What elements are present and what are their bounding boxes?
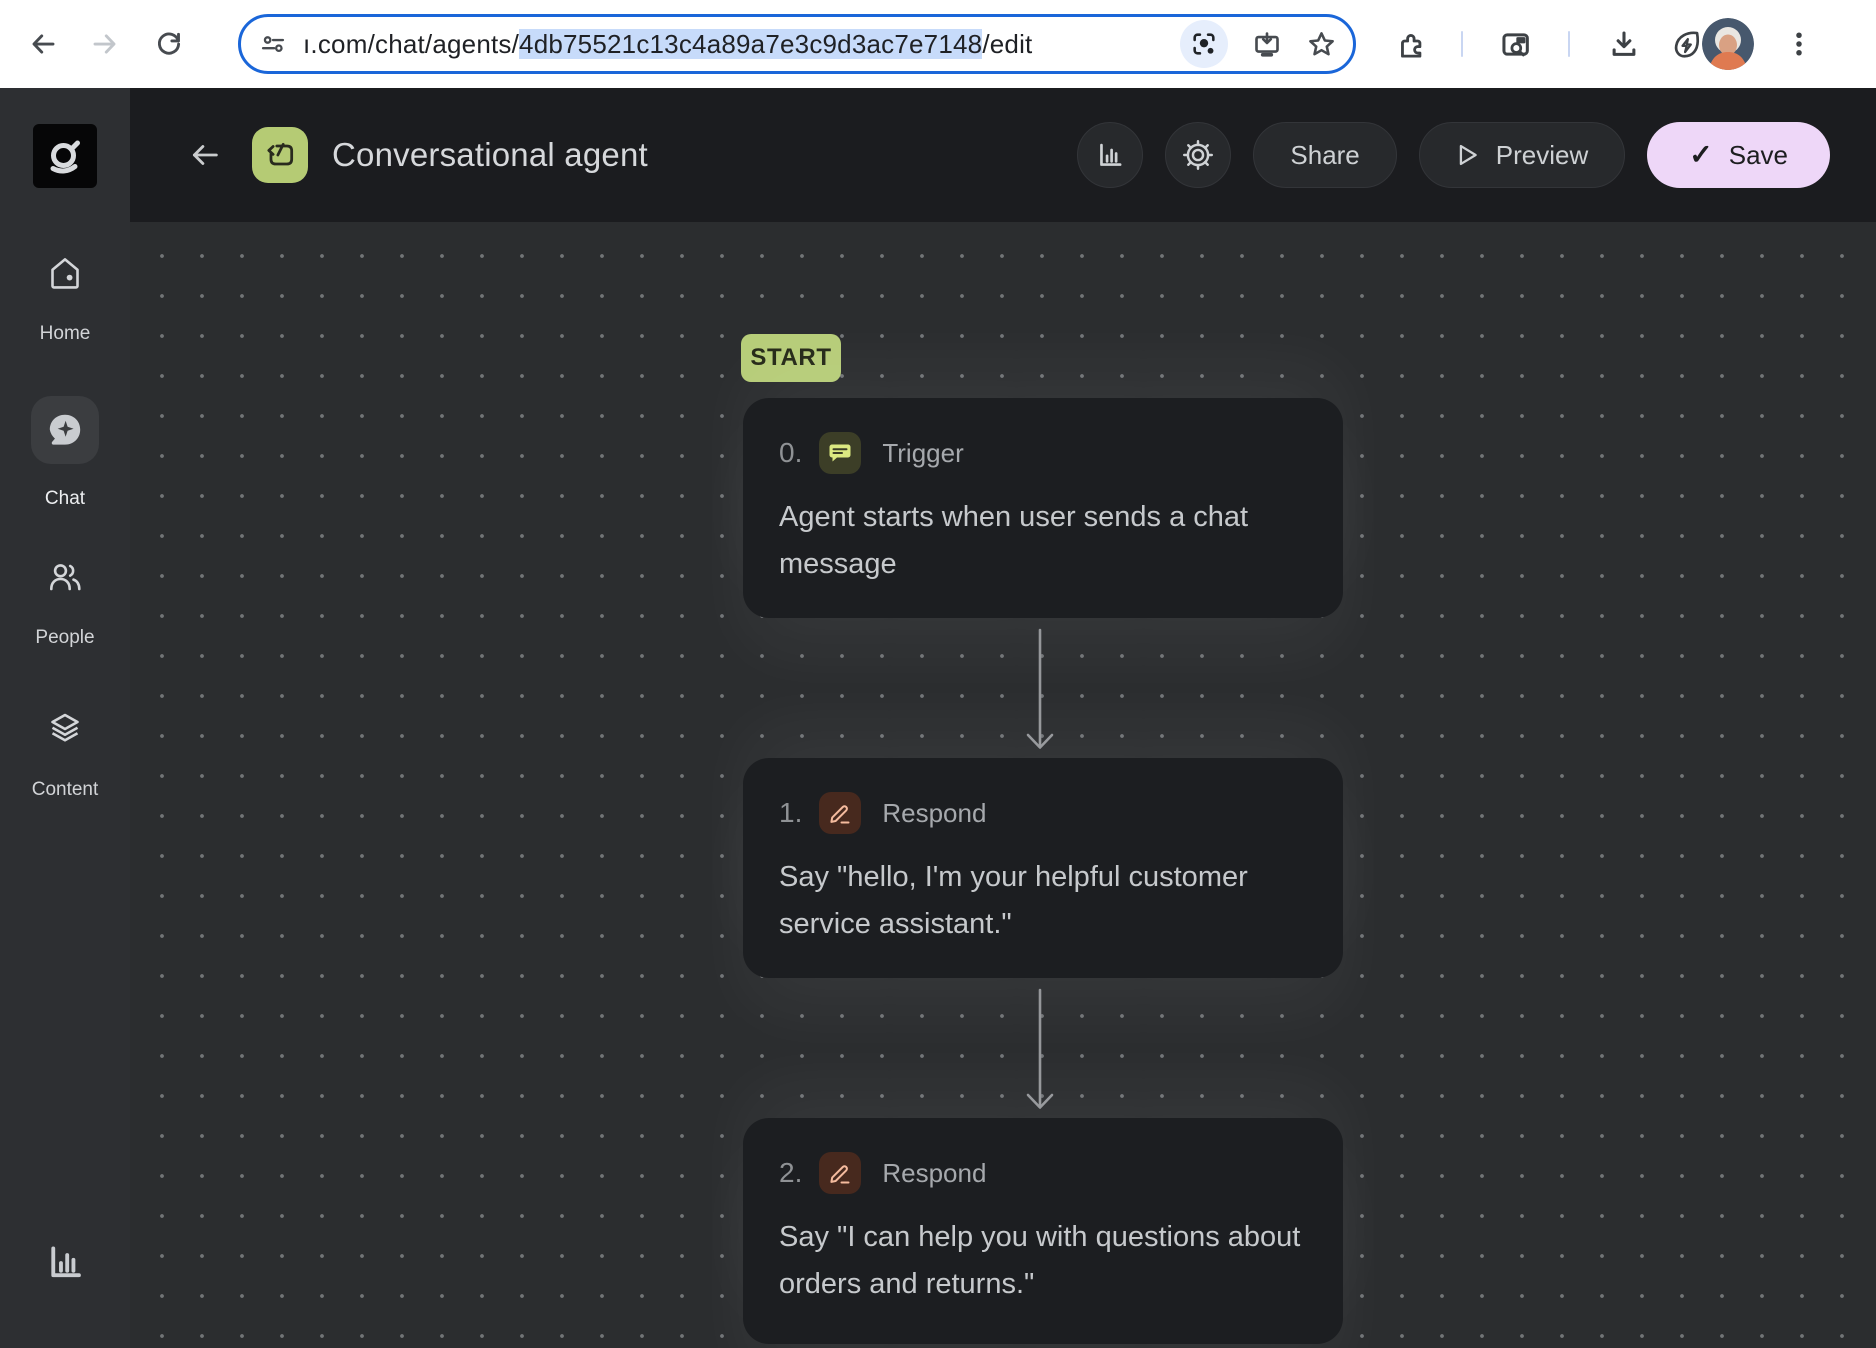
back-icon[interactable] <box>28 29 58 59</box>
header-back-icon[interactable] <box>188 138 222 172</box>
bar-chart-icon <box>43 1240 87 1289</box>
lens-search-icon[interactable] <box>1180 20 1228 68</box>
message-icon <box>819 432 861 474</box>
url-suffix: /edit <box>982 29 1032 59</box>
node-index: 0. <box>779 437 802 469</box>
energy-saver-icon[interactable] <box>1670 28 1702 60</box>
layers-icon <box>44 708 86 755</box>
install-app-icon[interactable] <box>1252 29 1282 59</box>
node-type-label: Respond <box>882 1158 986 1189</box>
profile-avatar[interactable] <box>1702 18 1754 70</box>
flow-node-respond-2[interactable]: 2. Respond Say "I can help you with ques… <box>743 1118 1343 1344</box>
home-icon <box>44 252 86 299</box>
share-button[interactable]: Share <box>1253 122 1396 188</box>
url-prefix: ı.com/chat/agents/ <box>303 29 519 59</box>
flow-node-respond-1[interactable]: 1. Respond Say "hello, I'm your helpful … <box>743 758 1343 978</box>
sidebar-item-chat[interactable]: Chat <box>0 396 130 510</box>
sidebar-item-label: Chat <box>45 488 85 510</box>
node-description: Agent starts when user sends a chat mess… <box>779 494 1305 588</box>
preview-button[interactable]: Preview <box>1419 122 1625 188</box>
analytics-button[interactable] <box>1077 122 1143 188</box>
reload-icon[interactable] <box>154 29 184 59</box>
url-selected-text: 4db75521c13c4a89a7e3c9d3ac7e7148 <box>519 29 982 59</box>
save-button[interactable]: ✓ Save <box>1647 122 1830 188</box>
chat-sparkle-icon <box>31 396 99 464</box>
app-sidebar: Home Chat People Content <box>0 88 130 1348</box>
toolbar-divider <box>1568 31 1570 57</box>
node-type-label: Respond <box>882 798 986 829</box>
preview-button-label: Preview <box>1496 140 1588 171</box>
save-button-label: Save <box>1729 140 1788 171</box>
pencil-icon <box>819 1152 861 1194</box>
node-index: 1. <box>779 797 802 829</box>
sidebar-item-label: Content <box>32 779 99 801</box>
agent-code-icon <box>252 127 308 183</box>
sidebar-item-content[interactable]: Content <box>0 708 130 801</box>
downloads-icon[interactable] <box>1608 28 1640 60</box>
header-actions: Share Preview ✓ Save <box>1077 122 1830 188</box>
app-header: Conversational agent Share Preview ✓ Sav… <box>130 88 1876 222</box>
flow-canvas[interactable]: START 0. Trigger Agent starts when user … <box>130 222 1876 1348</box>
play-icon <box>1456 143 1480 167</box>
page-title: Conversational agent <box>332 136 648 174</box>
connector-arrow <box>1022 628 1058 760</box>
connector-arrow <box>1022 988 1058 1120</box>
node-type-label: Trigger <box>882 438 963 469</box>
toolbar-divider <box>1461 31 1463 57</box>
url-bar[interactable]: ı.com/chat/agents/4db75521c13c4a89a7e3c9… <box>238 14 1356 74</box>
pencil-icon <box>819 792 861 834</box>
sidebar-item-label: People <box>35 627 94 649</box>
flow-node-trigger[interactable]: 0. Trigger Agent starts when user sends … <box>743 398 1343 618</box>
extensions-icon[interactable] <box>1396 29 1427 60</box>
site-settings-icon[interactable] <box>259 30 287 58</box>
check-icon: ✓ <box>1689 141 1712 169</box>
browser-menu-kebab-icon[interactable] <box>1784 29 1814 59</box>
start-badge: START <box>741 334 841 382</box>
share-button-label: Share <box>1290 140 1359 171</box>
browser-chrome: ı.com/chat/agents/4db75521c13c4a89a7e3c9… <box>0 0 1876 88</box>
app-logo[interactable] <box>33 124 97 188</box>
sidepanel-search-icon[interactable] <box>1499 28 1532 61</box>
sidebar-item-label: Home <box>40 323 91 345</box>
node-index: 2. <box>779 1157 802 1189</box>
bookmark-star-icon[interactable] <box>1306 29 1337 60</box>
node-description: Say "hello, I'm your helpful customer se… <box>779 854 1305 948</box>
settings-gear-button[interactable] <box>1165 122 1231 188</box>
url-text[interactable]: ı.com/chat/agents/4db75521c13c4a89a7e3c9… <box>303 29 1180 60</box>
node-description: Say "I can help you with questions about… <box>779 1214 1305 1308</box>
sidebar-item-home[interactable]: Home <box>0 252 130 345</box>
people-icon <box>44 556 86 603</box>
sidebar-item-people[interactable]: People <box>0 556 130 649</box>
forward-icon[interactable] <box>90 29 120 59</box>
sidebar-analytics-button[interactable] <box>0 1240 130 1289</box>
